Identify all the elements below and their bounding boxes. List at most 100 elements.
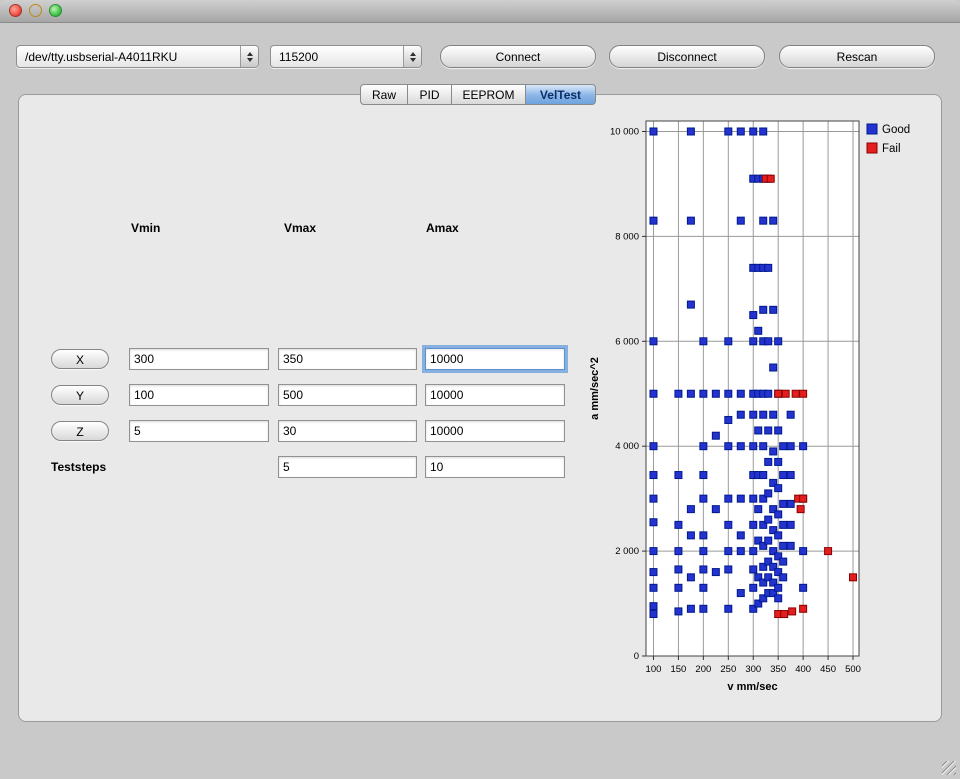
- scatter-point: [775, 595, 782, 602]
- scatter-point: [765, 427, 772, 434]
- scatter-point: [737, 217, 744, 224]
- tab-pid[interactable]: PID: [408, 84, 452, 105]
- y-vmin-field[interactable]: [129, 384, 269, 406]
- teststeps-field-1[interactable]: [278, 456, 417, 478]
- zoom-button[interactable]: [49, 4, 62, 17]
- combo-stepper-icon: [403, 46, 421, 67]
- scatter-point: [687, 128, 694, 135]
- scatter-point: [712, 506, 719, 513]
- scatter-point: [700, 605, 707, 612]
- scatter-point: [737, 443, 744, 450]
- scatter-point: [760, 128, 767, 135]
- scatter-point: [750, 128, 757, 135]
- rescan-button[interactable]: Rescan: [779, 45, 935, 68]
- x-amax-field[interactable]: [425, 348, 565, 370]
- scatter-point: [687, 301, 694, 308]
- baud-rate-select[interactable]: 115200: [270, 45, 422, 68]
- y-vmax-field[interactable]: [278, 384, 417, 406]
- arrow-up-icon: [247, 52, 253, 56]
- svg-text:150: 150: [670, 664, 686, 675]
- scatter-point: [700, 566, 707, 573]
- scatter-point: [765, 516, 772, 523]
- x-axis-button[interactable]: X: [51, 349, 109, 369]
- scatter-point: [765, 458, 772, 465]
- y-amax-field[interactable]: [425, 384, 565, 406]
- scatter-point: [780, 542, 787, 549]
- tab-raw[interactable]: Raw: [360, 84, 408, 105]
- z-vmax-field[interactable]: [278, 420, 417, 442]
- y-axis-button[interactable]: Y: [51, 385, 109, 405]
- scatter-point: [725, 495, 732, 502]
- z-vmin-field[interactable]: [129, 420, 269, 442]
- scatter-point: [787, 542, 794, 549]
- scatter-point: [687, 532, 694, 539]
- scatter-point: [770, 217, 777, 224]
- svg-text:250: 250: [720, 664, 736, 675]
- legend-label-good: Good: [882, 124, 910, 136]
- scatter-point: [675, 390, 682, 397]
- vmin-column-header: Vmin: [131, 221, 160, 235]
- minimize-button[interactable]: [29, 4, 42, 17]
- connect-button[interactable]: Connect: [440, 45, 596, 68]
- scatter-point: [775, 584, 782, 591]
- scatter-point: [770, 364, 777, 371]
- scatter-point: [760, 306, 767, 313]
- svg-text:8 000: 8 000: [615, 231, 639, 242]
- vmax-column-header: Vmax: [284, 221, 316, 235]
- scatter-point: [787, 500, 794, 507]
- scatter-point: [750, 411, 757, 418]
- scatter-point: [800, 605, 807, 612]
- y-axis-title: a mm/sec^2: [589, 357, 601, 420]
- scatter-point: [675, 548, 682, 555]
- tab-eeprom[interactable]: EEPROM: [452, 84, 526, 105]
- z-amax-field[interactable]: [425, 420, 565, 442]
- scatter-point: [737, 590, 744, 597]
- arrow-down-icon: [247, 58, 253, 62]
- scatter-point: [765, 390, 772, 397]
- scatter-point: [737, 548, 744, 555]
- svg-text:400: 400: [795, 664, 811, 675]
- scatter-point: [650, 443, 657, 450]
- veltest-chart: 10015020025030035040045050002 0004 0006 …: [584, 111, 944, 717]
- z-axis-button[interactable]: Z: [51, 421, 109, 441]
- svg-text:2 000: 2 000: [615, 546, 639, 557]
- scatter-point: [737, 495, 744, 502]
- scatter-point: [750, 584, 757, 591]
- scatter-point: [650, 603, 657, 610]
- resize-grip[interactable]: [942, 761, 956, 775]
- scatter-point: [787, 411, 794, 418]
- scatter-point: [760, 217, 767, 224]
- scatter-point: [780, 558, 787, 565]
- scatter-point: [650, 584, 657, 591]
- svg-text:200: 200: [695, 664, 711, 675]
- teststeps-field-2[interactable]: [425, 456, 565, 478]
- x-vmin-field[interactable]: [129, 348, 269, 370]
- amax-column-header: Amax: [426, 221, 459, 235]
- scatter-point: [770, 448, 777, 455]
- scatter-point: [725, 390, 732, 397]
- close-button[interactable]: [9, 4, 22, 17]
- serial-port-value: /dev/tty.usbserial-A4011RKU: [17, 50, 240, 64]
- disconnect-button[interactable]: Disconnect: [609, 45, 765, 68]
- tab-veltest[interactable]: VelTest: [526, 84, 596, 105]
- arrow-up-icon: [410, 52, 416, 56]
- scatter-point: [800, 390, 807, 397]
- scatter-point: [792, 390, 799, 397]
- scatter-point: [687, 506, 694, 513]
- scatter-point: [780, 500, 787, 507]
- scatter-point: [700, 390, 707, 397]
- scatter-point: [725, 566, 732, 573]
- legend-label-fail: Fail: [882, 143, 901, 155]
- scatter-point: [755, 427, 762, 434]
- scatter-point: [789, 608, 796, 615]
- scatter-point: [725, 443, 732, 450]
- scatter-point: [650, 569, 657, 576]
- scatter-point: [650, 390, 657, 397]
- scatter-point: [750, 338, 757, 345]
- scatter-point: [780, 472, 787, 479]
- x-axis-title: v mm/sec: [727, 681, 777, 693]
- svg-text:450: 450: [820, 664, 836, 675]
- scatter-point: [782, 390, 789, 397]
- serial-port-select[interactable]: /dev/tty.usbserial-A4011RKU: [16, 45, 259, 68]
- x-vmax-field[interactable]: [278, 348, 417, 370]
